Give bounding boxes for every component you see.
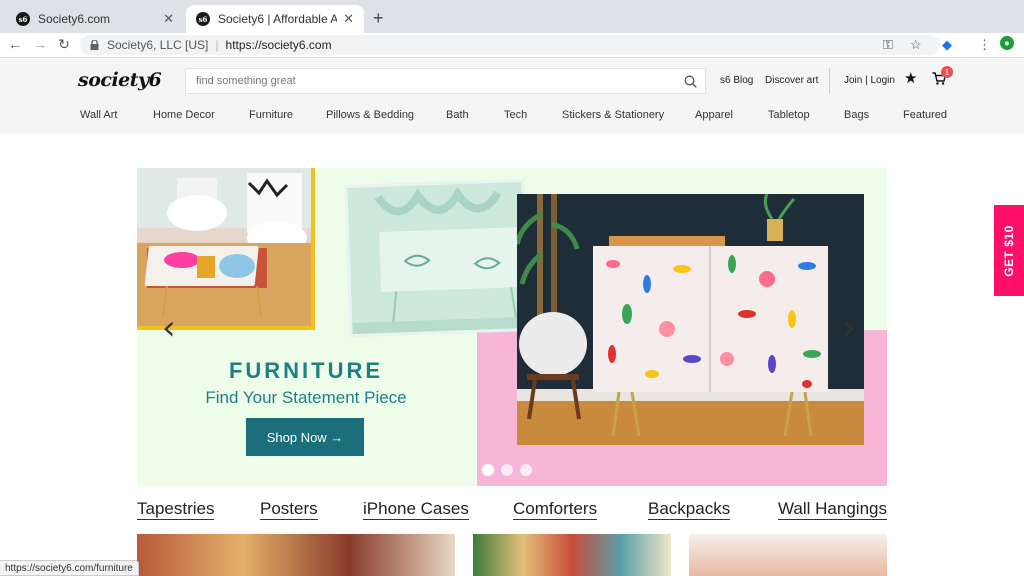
tab-title: Society6 | Affordable Art Prints, Home D… [218, 12, 338, 26]
nav-pillows-bedding[interactable]: Pillows & Bedding [326, 109, 414, 121]
hero-photo-cabinet-tinted [344, 178, 530, 338]
category-backpacks[interactable]: Backpacks [648, 499, 731, 520]
blog-link[interactable]: s6 Blog [720, 75, 753, 86]
product-thumbnail-wall-hanging[interactable] [689, 534, 887, 576]
category-wall-hangings[interactable]: Wall Hangings [778, 499, 887, 520]
key-icon[interactable]: ⚿ [883, 37, 893, 53]
header-divider [829, 68, 830, 94]
shop-now-button[interactable]: Shop Now → [246, 418, 364, 456]
extension-icon[interactable]: ◆ [942, 37, 952, 53]
bookmark-star-icon[interactable]: ☆ [910, 37, 922, 53]
menu-dots-icon[interactable]: ⋮ [978, 37, 991, 53]
new-tab-plus-icon[interactable]: + [373, 8, 384, 29]
product-thumbnail-posters[interactable] [473, 534, 671, 576]
floral-credenza-illustration [517, 194, 864, 445]
category-iphone-cases[interactable]: iPhone Cases [363, 499, 469, 520]
omnibox-separator: | [215, 38, 219, 52]
site-identity: Society6, LLC [US] [107, 38, 209, 52]
carousel-dot-1[interactable] [482, 464, 494, 476]
lock-icon [90, 40, 99, 50]
site-header: society6 find something great s6 Blog Di… [0, 59, 1024, 134]
close-tab-icon[interactable]: ✕ [343, 11, 354, 27]
category-posters[interactable]: Posters [260, 499, 318, 520]
discover-art-link[interactable]: Discover art [765, 75, 818, 86]
carousel-dot-2[interactable] [501, 464, 513, 476]
hero-subtitle: Find Your Statement Piece [205, 388, 407, 407]
carousel-prev-arrow-icon[interactable]: ‹ [162, 308, 176, 348]
forward-arrow-icon[interactable]: → [31, 36, 49, 52]
nav-stickers-stationery[interactable]: Stickers & Stationery [562, 109, 664, 121]
nav-tabletop[interactable]: Tabletop [768, 109, 810, 121]
browser-toolbar: ← → ↻ Society6, LLC [US] | https://socie… [0, 33, 1024, 58]
search-input[interactable]: find something great [185, 68, 706, 94]
society6-favicon-icon: s6 [16, 12, 30, 26]
living-room-illustration [137, 168, 311, 326]
browser-status-url: https://society6.com/furniture [0, 560, 139, 576]
product-thumbnail-tapestry[interactable] [137, 534, 455, 576]
get-10-promo-tab[interactable]: GET $10 [994, 205, 1024, 296]
nav-bags[interactable]: Bags [844, 109, 869, 121]
browser-tab-society6[interactable]: s6 Society6.com ✕ [6, 5, 184, 33]
address-bar[interactable]: Society6, LLC [US] | https://society6.co… [80, 35, 940, 55]
back-arrow-icon[interactable]: ← [6, 36, 24, 52]
carousel-dot-3[interactable] [520, 464, 532, 476]
browser-tab-bar: s6 Society6.com ✕ s6 Society6 | Affordab… [0, 0, 1024, 33]
join-login-link[interactable]: Join | Login [844, 75, 895, 86]
promo-label: GET $10 [1002, 224, 1016, 277]
browser-tab-active[interactable]: s6 Society6 | Affordable Art Prints, Hom… [186, 5, 364, 33]
nav-wall-art[interactable]: Wall Art [80, 109, 118, 121]
tinted-cabinet-illustration [347, 181, 530, 338]
hero-photo-living-room [137, 168, 315, 330]
search-placeholder: find something great [196, 75, 296, 87]
hero-photo-floral-credenza [517, 194, 864, 445]
favorites-star-icon[interactable]: ★ [904, 69, 917, 87]
society6-favicon-icon: s6 [196, 12, 210, 26]
search-icon[interactable] [684, 75, 697, 88]
reload-icon[interactable]: ↻ [55, 36, 73, 53]
url-text: https://society6.com [225, 38, 332, 52]
carousel-dots [482, 464, 532, 476]
society6-logo[interactable]: society6 [78, 69, 162, 91]
tab-title: Society6.com [38, 12, 111, 26]
nav-tech[interactable]: Tech [504, 109, 527, 121]
cart-count-badge: 1 [941, 66, 953, 78]
hero-title: FURNITURE [228, 358, 384, 383]
profile-avatar-icon[interactable]: ● [1000, 36, 1014, 50]
nav-furniture[interactable]: Furniture [249, 109, 293, 121]
nav-home-decor[interactable]: Home Decor [153, 109, 215, 121]
category-comforters[interactable]: Comforters [513, 499, 598, 520]
close-tab-icon[interactable]: ✕ [163, 11, 174, 27]
nav-featured[interactable]: Featured [903, 109, 947, 121]
nav-bath[interactable]: Bath [446, 109, 469, 121]
carousel-next-arrow-icon[interactable]: › [842, 308, 856, 348]
category-tapestries[interactable]: Tapestries [137, 499, 215, 520]
nav-apparel[interactable]: Apparel [695, 109, 733, 121]
hero-carousel[interactable]: FURNITURE Find Your Statement Piece Shop… [137, 168, 887, 486]
